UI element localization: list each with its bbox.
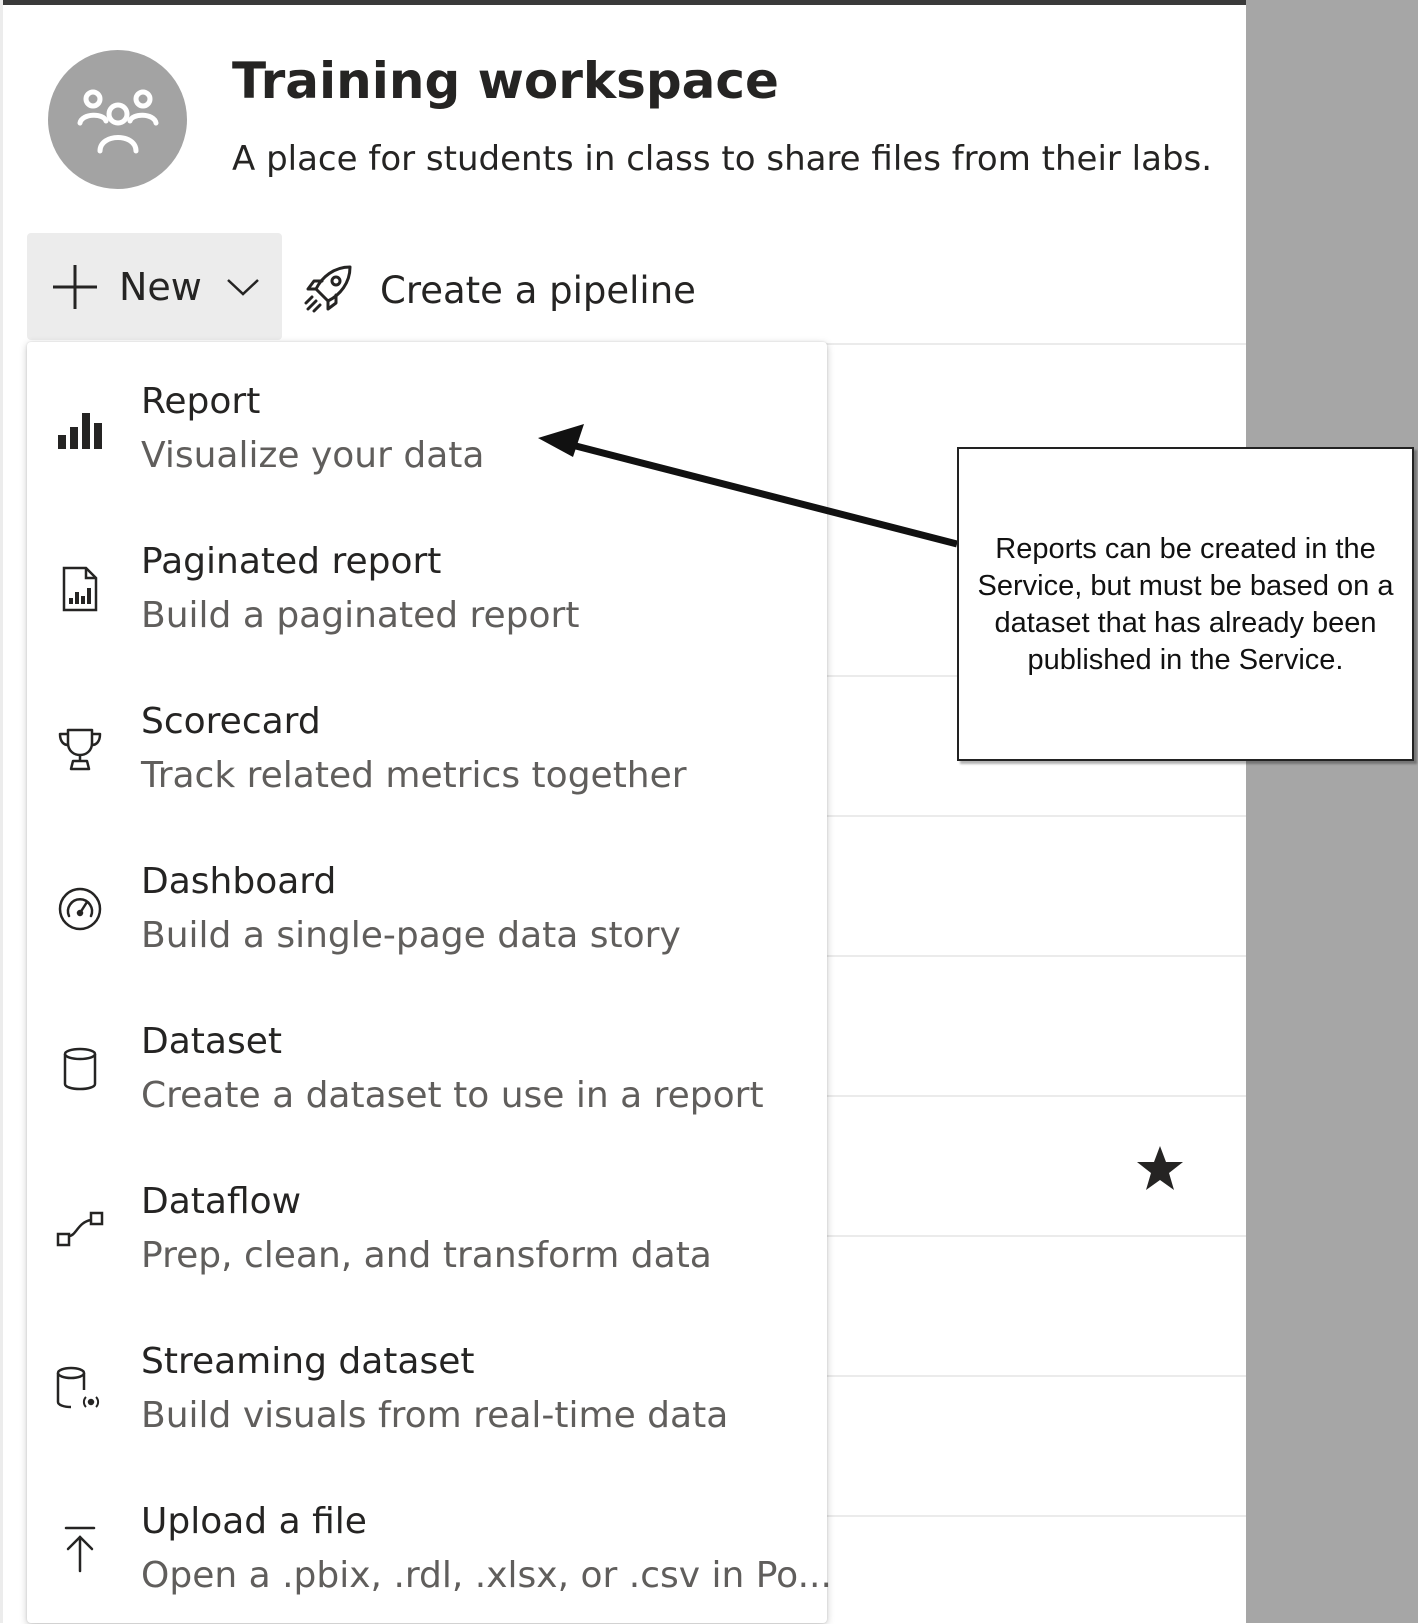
menu-item-subtitle: Prep, clean, and transform data <box>141 1235 712 1276</box>
create-pipeline-button[interactable]: Create a pipeline <box>304 256 696 324</box>
database-icon <box>55 1044 105 1094</box>
plus-icon <box>51 263 99 311</box>
menu-item-upload-file[interactable]: Upload a file Open a .pbix, .rdl, .xlsx,… <box>27 1474 832 1624</box>
menu-item-subtitle: Build a paginated report <box>141 595 580 636</box>
divider <box>827 955 1246 957</box>
menu-item-scorecard[interactable]: Scorecard Track related metrics together <box>27 674 827 824</box>
divider <box>827 1095 1246 1097</box>
menu-item-dashboard[interactable]: Dashboard Build a single-page data story <box>27 834 827 984</box>
gauge-icon <box>55 884 105 934</box>
divider <box>827 1235 1246 1237</box>
menu-item-streaming-dataset[interactable]: Streaming dataset Build visuals from rea… <box>27 1314 827 1464</box>
menu-item-subtitle: Track related metrics together <box>141 755 687 796</box>
menu-item-subtitle: Create a dataset to use in a report <box>141 1075 764 1116</box>
bar-chart-icon <box>55 404 105 454</box>
workspace-description: A place for students in class to share f… <box>232 139 1213 179</box>
rocket-icon <box>304 263 354 317</box>
menu-item-title: Report <box>141 381 261 422</box>
chevron-down-icon <box>226 277 260 297</box>
left-edge <box>0 0 3 1623</box>
upload-icon <box>55 1524 105 1574</box>
menu-item-dataset[interactable]: Dataset Create a dataset to use in a rep… <box>27 994 827 1144</box>
favorite-star-icon[interactable] <box>1135 1143 1185 1193</box>
menu-item-subtitle: Visualize your data <box>141 435 485 476</box>
menu-item-subtitle: Build a single-page data story <box>141 915 681 956</box>
menu-item-report[interactable]: Report Visualize your data <box>27 354 827 504</box>
paginated-report-icon <box>55 564 105 614</box>
workspace-avatar <box>48 50 187 189</box>
people-group-icon <box>77 89 158 153</box>
menu-item-subtitle: Open a .pbix, .rdl, .xlsx, or .csv in Po… <box>141 1555 832 1596</box>
create-pipeline-label: Create a pipeline <box>380 268 696 312</box>
menu-item-title: Scorecard <box>141 701 321 742</box>
trophy-icon <box>55 724 105 774</box>
annotation-callout: Reports can be created in the Service, b… <box>957 447 1414 761</box>
new-item-menu: Report Visualize your data Paginated rep… <box>27 342 832 1624</box>
menu-item-title: Upload a file <box>141 1501 367 1542</box>
new-button[interactable]: New <box>27 233 282 340</box>
menu-item-title: Dataflow <box>141 1181 302 1222</box>
side-panel <box>1246 0 1418 1623</box>
workspace-title: Training workspace <box>232 52 779 110</box>
menu-item-title: Dashboard <box>141 861 337 902</box>
menu-item-title: Streaming dataset <box>141 1341 475 1382</box>
divider <box>827 815 1246 817</box>
menu-item-title: Dataset <box>141 1021 282 1062</box>
new-button-label: New <box>119 264 202 309</box>
menu-item-paginated-report[interactable]: Paginated report Build a paginated repor… <box>27 514 827 664</box>
dataflow-icon <box>55 1204 105 1254</box>
divider <box>827 1515 1246 1517</box>
menu-item-subtitle: Build visuals from real-time data <box>141 1395 729 1436</box>
menu-item-title: Paginated report <box>141 541 442 582</box>
divider <box>827 1375 1246 1377</box>
menu-item-dataflow[interactable]: Dataflow Prep, clean, and transform data <box>27 1154 827 1304</box>
callout-text: Reports can be created in the Service, b… <box>977 533 1394 676</box>
top-border <box>0 0 1246 5</box>
streaming-database-icon <box>55 1364 105 1414</box>
